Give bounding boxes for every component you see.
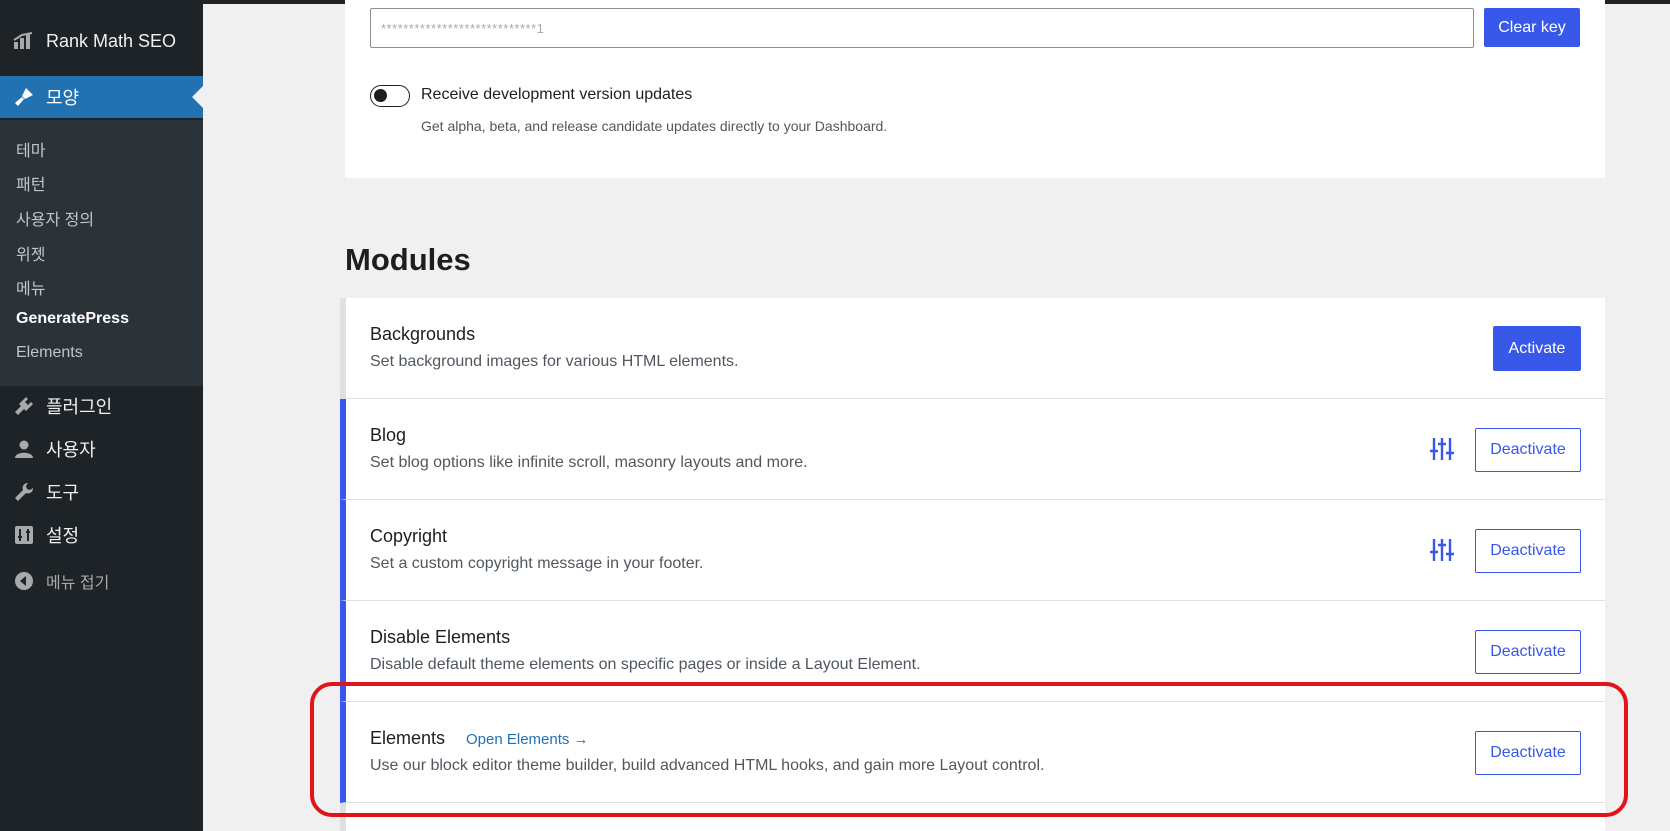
sidebar-item-appearance[interactable]: 모양 bbox=[0, 76, 203, 118]
module-row-next bbox=[340, 803, 1605, 831]
submenu-item-generatepress[interactable]: GeneratePress bbox=[16, 310, 129, 328]
sidebar-item-label: 도구 bbox=[46, 483, 80, 503]
open-elements-link[interactable]: Open Elements → bbox=[466, 731, 589, 748]
clear-key-button[interactable]: Clear key bbox=[1484, 8, 1580, 47]
sidebar-item-label: 플러그인 bbox=[46, 397, 113, 417]
submenu-item-patterns[interactable]: 패턴 bbox=[16, 171, 45, 195]
wrench-icon bbox=[12, 480, 36, 504]
module-description: Use our block editor theme builder, buil… bbox=[370, 757, 1045, 774]
toggle-label: Receive development version updates bbox=[421, 86, 693, 103]
deactivate-button[interactable]: Deactivate bbox=[1475, 731, 1581, 775]
module-row-backgrounds: Backgrounds Set background images for va… bbox=[340, 298, 1605, 399]
sidebar-item-label: 설정 bbox=[46, 526, 80, 546]
deactivate-button[interactable]: Deactivate bbox=[1475, 630, 1581, 674]
module-name: Elements bbox=[370, 728, 446, 748]
sidebar-item-settings[interactable]: 설정 bbox=[0, 514, 203, 556]
paintbrush-icon bbox=[12, 85, 36, 109]
deactivate-button[interactable]: Deactivate bbox=[1475, 529, 1581, 573]
modules-list: Backgrounds Set background images for va… bbox=[340, 298, 1605, 831]
appearance-submenu: 테마 패턴 사용자 정의 위젯 메뉴 GeneratePress Element… bbox=[0, 120, 203, 386]
submenu-item-menus[interactable]: 메뉴 bbox=[16, 275, 45, 299]
sidebar-item-plugins[interactable]: 플러그인 bbox=[0, 385, 203, 427]
sidebar-item-label: 메뉴 접기 bbox=[46, 575, 110, 592]
rank-math-icon bbox=[12, 29, 36, 53]
active-indicator bbox=[192, 86, 203, 108]
sidebar-item-users[interactable]: 사용자 bbox=[0, 428, 203, 470]
sidebar-item-label: Rank Math SEO bbox=[46, 30, 177, 51]
collapse-icon bbox=[12, 569, 36, 593]
module-name: Backgrounds bbox=[370, 324, 476, 344]
module-row-blog: Blog Set blog options like infinite scro… bbox=[340, 399, 1605, 500]
submenu-item-themes[interactable]: 테마 bbox=[16, 137, 45, 161]
collapse-menu-button[interactable]: 메뉴 접기 bbox=[0, 560, 203, 602]
module-settings-icon[interactable] bbox=[1429, 436, 1455, 462]
toggle-help-text: Get alpha, beta, and release candidate u… bbox=[421, 118, 888, 134]
module-name: Copyright bbox=[370, 526, 448, 546]
modules-heading: Modules bbox=[345, 242, 471, 277]
settings-icon bbox=[12, 523, 36, 547]
license-key-field[interactable]: ****************************1 bbox=[370, 8, 1474, 48]
activate-button[interactable]: Activate bbox=[1493, 326, 1581, 371]
plugin-icon bbox=[12, 394, 36, 418]
module-settings-icon[interactable] bbox=[1429, 537, 1455, 563]
dev-updates-toggle[interactable] bbox=[370, 85, 410, 107]
sidebar-item-tools[interactable]: 도구 bbox=[0, 471, 203, 513]
sidebar-item-rank-math[interactable]: Rank Math SEO bbox=[0, 20, 203, 62]
submenu-item-widgets[interactable]: 위젯 bbox=[16, 241, 45, 265]
module-description: Set a custom copyright message in your f… bbox=[370, 555, 704, 572]
module-description: Set background images for various HTML e… bbox=[370, 353, 739, 370]
user-icon bbox=[12, 437, 36, 461]
module-row-disable-elements: Disable Elements Disable default theme e… bbox=[340, 601, 1605, 702]
sidebar-item-label: 모양 bbox=[46, 88, 80, 108]
sidebar-item-label: 사용자 bbox=[46, 440, 96, 460]
submenu-item-elements[interactable]: Elements bbox=[16, 344, 83, 362]
module-row-elements: Elements Open Elements → Use our block e… bbox=[340, 702, 1605, 803]
toggle-knob bbox=[374, 89, 387, 102]
deactivate-button[interactable]: Deactivate bbox=[1475, 428, 1581, 472]
module-name: Blog bbox=[370, 425, 407, 445]
submenu-item-customize[interactable]: 사용자 정의 bbox=[16, 206, 94, 230]
module-name: Disable Elements bbox=[370, 627, 511, 647]
admin-sidebar: Rank Math SEO 모양 테마 패턴 사용자 정의 위젯 메뉴 Gene… bbox=[0, 0, 203, 831]
module-description: Disable default theme elements on specif… bbox=[370, 656, 921, 673]
module-description: Set blog options like infinite scroll, m… bbox=[370, 454, 808, 471]
module-row-copyright: Copyright Set a custom copyright message… bbox=[340, 500, 1605, 601]
